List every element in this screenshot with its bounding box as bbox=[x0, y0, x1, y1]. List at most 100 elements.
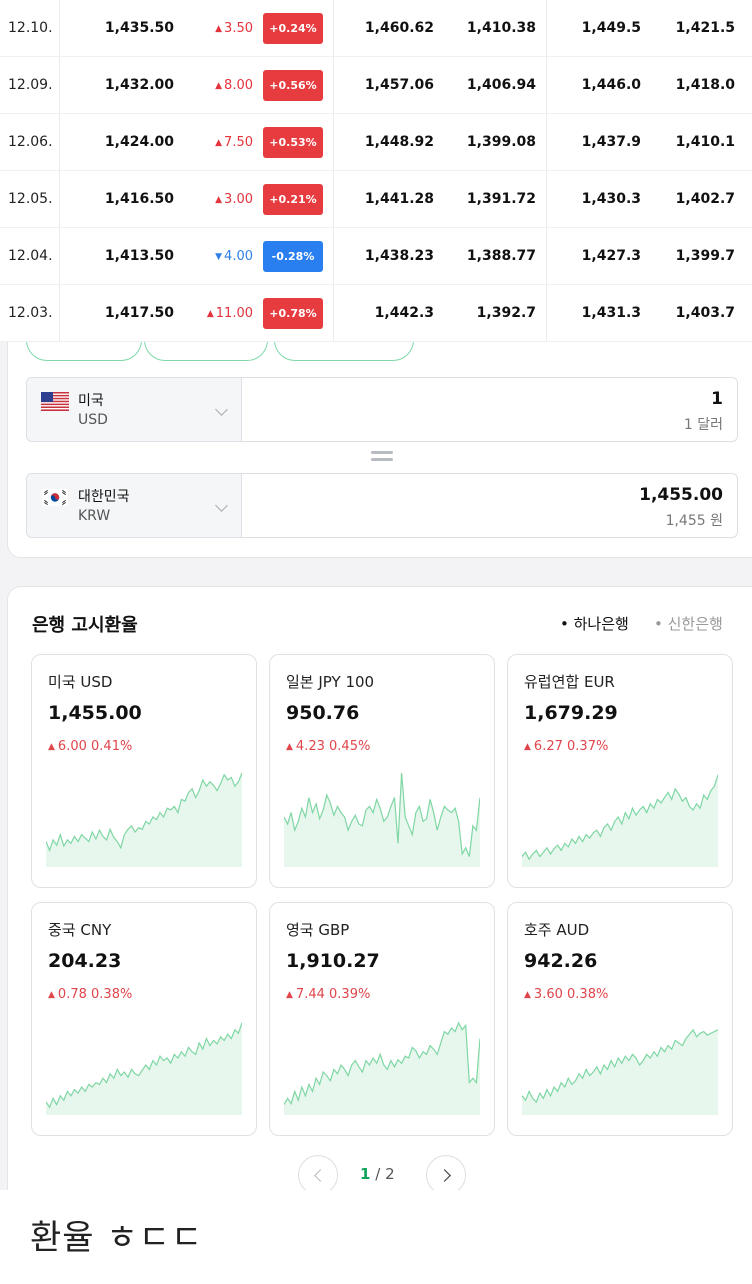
up-triangle-icon: ▲ bbox=[524, 990, 531, 1000]
up-triangle-icon: ▲ bbox=[286, 990, 293, 1000]
change-value: 11.00 bbox=[215, 306, 253, 321]
change-percent: 0.38% bbox=[91, 987, 133, 1002]
change-value: 7.44 bbox=[295, 987, 325, 1002]
change-percent: 0.38% bbox=[567, 987, 609, 1002]
date-cell: 12.05. bbox=[8, 191, 53, 207]
from-currency-code: USD bbox=[78, 412, 108, 428]
up-triangle-icon: ▲ bbox=[215, 81, 223, 91]
page-separator: / bbox=[375, 1165, 381, 1183]
currency-card[interactable]: 중국 CNY 204.23 ▲ 0.78 0.38% bbox=[31, 902, 257, 1136]
change-percent: 0.41% bbox=[91, 739, 133, 754]
currency-rate: 950.76 bbox=[286, 702, 360, 724]
currency-card[interactable]: 호주 AUD 942.26 ▲ 3.60 0.38% bbox=[507, 902, 733, 1136]
down-triangle-icon: ▼ bbox=[215, 252, 223, 262]
change-cell: ▲ 11.00 bbox=[207, 305, 253, 324]
search-query-area: 환율 ㅎㄷㄷ bbox=[0, 1190, 752, 1284]
to-currency-box: 대한민국 KRW 1,455.00 1,455 원 bbox=[26, 473, 738, 538]
change-value: 7.50 bbox=[224, 135, 253, 150]
currency-rate: 204.23 bbox=[48, 950, 122, 972]
currency-change: ▲ 6.00 0.41% bbox=[48, 739, 132, 754]
percent-badge: +0.56% bbox=[263, 70, 323, 101]
receive-cell: 1,402.7 bbox=[675, 191, 735, 207]
receive-cell: 1,410.1 bbox=[675, 134, 735, 150]
table-row: 12.05. 1,416.50 ▲ 3.00 +0.21% 1,441.28 1,… bbox=[0, 171, 752, 228]
currency-change: ▲ 6.27 0.37% bbox=[524, 739, 608, 754]
rate-cell: 1,432.00 bbox=[104, 77, 174, 93]
date-cell: 12.06. bbox=[8, 134, 53, 150]
currency-name: 호주 AUD bbox=[524, 921, 590, 939]
sell-cell: 1,392.7 bbox=[476, 305, 536, 321]
change-value: 6.00 bbox=[57, 739, 87, 754]
from-amount-input[interactable]: 1 bbox=[711, 389, 723, 409]
chevron-down-icon bbox=[215, 403, 228, 416]
next-page-button[interactable] bbox=[426, 1155, 466, 1195]
currency-card[interactable]: 미국 USD 1,455.00 ▲ 6.00 0.41% bbox=[31, 654, 257, 888]
table-row: 12.09. 1,432.00 ▲ 8.00 +0.56% 1,457.06 1,… bbox=[0, 57, 752, 114]
exchange-rate-page: 12.10. 1,435.50 ▲ 3.50 +0.24% 1,460.62 1,… bbox=[0, 0, 752, 1284]
sell-cell: 1,406.94 bbox=[466, 77, 536, 93]
up-triangle-icon: ▲ bbox=[215, 138, 223, 148]
date-cell: 12.04. bbox=[8, 248, 53, 264]
send-cell: 1,431.3 bbox=[581, 305, 641, 321]
us-flag-icon bbox=[41, 392, 69, 411]
currency-rate: 1,679.29 bbox=[524, 702, 618, 724]
up-triangle-icon: ▲ bbox=[215, 195, 223, 205]
up-triangle-icon: ▲ bbox=[48, 742, 55, 752]
sparkline-chart bbox=[522, 1028, 718, 1115]
change-cell: ▲ 8.00 bbox=[215, 77, 253, 96]
up-triangle-icon: ▲ bbox=[206, 309, 214, 319]
change-percent: 0.39% bbox=[329, 987, 371, 1002]
table-row: 12.06. 1,424.00 ▲ 7.50 +0.53% 1,448.92 1,… bbox=[0, 114, 752, 171]
change-cell: ▲ 7.50 bbox=[215, 134, 253, 153]
change-percent: 0.37% bbox=[567, 739, 609, 754]
percent-badge: +0.53% bbox=[263, 127, 323, 158]
search-query-text: 환율 ㅎㄷㄷ bbox=[30, 1218, 204, 1258]
percent-badge: +0.21% bbox=[263, 184, 323, 215]
currency-card[interactable]: 일본 JPY 100 950.76 ▲ 4.23 0.45% bbox=[269, 654, 495, 888]
currency-change: ▲ 3.60 0.38% bbox=[524, 987, 608, 1002]
to-amount-input[interactable]: 1,455.00 bbox=[639, 485, 723, 505]
up-triangle-icon: ▲ bbox=[286, 742, 293, 752]
change-value: 3.60 bbox=[533, 987, 563, 1002]
table-row: 12.03. 1,417.50 ▲ 11.00 +0.78% 1,442.3 1,… bbox=[0, 285, 752, 342]
send-cell: 1,449.5 bbox=[581, 20, 641, 36]
rate-cell: 1,417.50 bbox=[104, 305, 174, 321]
percent-badge: +0.24% bbox=[263, 13, 323, 44]
receive-cell: 1,421.5 bbox=[675, 20, 735, 36]
prev-page-button[interactable] bbox=[298, 1155, 338, 1195]
sparkline-chart bbox=[284, 1021, 480, 1115]
sparkline-chart bbox=[46, 1022, 242, 1115]
tab-shinhan-bank[interactable]: • 신한은행 bbox=[654, 613, 723, 634]
change-value: 0.78 bbox=[57, 987, 87, 1002]
tab-hana-bank[interactable]: • 하나은행 bbox=[560, 613, 629, 634]
currency-card[interactable]: 유럽연합 EUR 1,679.29 ▲ 6.27 0.37% bbox=[507, 654, 733, 888]
date-cell: 12.09. bbox=[8, 77, 53, 93]
from-currency-select[interactable]: 미국 USD bbox=[27, 378, 242, 441]
send-cell: 1,446.0 bbox=[581, 77, 641, 93]
buy-cell: 1,441.28 bbox=[364, 191, 434, 207]
currency-change: ▲ 4.23 0.45% bbox=[286, 739, 370, 754]
pagination: 1 / 2 bbox=[8, 1155, 752, 1195]
buy-cell: 1,460.62 bbox=[364, 20, 434, 36]
current-page: 1 bbox=[360, 1165, 371, 1183]
currency-name: 미국 USD bbox=[48, 673, 113, 691]
send-cell: 1,430.3 bbox=[581, 191, 641, 207]
send-cell: 1,427.3 bbox=[581, 248, 641, 264]
currency-name: 일본 JPY 100 bbox=[286, 673, 375, 691]
rate-cell: 1,413.50 bbox=[104, 248, 174, 264]
change-value: 6.27 bbox=[533, 739, 563, 754]
sell-cell: 1,399.08 bbox=[466, 134, 536, 150]
buy-cell: 1,448.92 bbox=[364, 134, 434, 150]
kr-flag-icon bbox=[41, 488, 69, 507]
currency-card[interactable]: 영국 GBP 1,910.27 ▲ 7.44 0.39% bbox=[269, 902, 495, 1136]
receive-cell: 1,418.0 bbox=[675, 77, 735, 93]
currency-rate: 1,455.00 bbox=[48, 702, 142, 724]
to-currency-select[interactable]: 대한민국 KRW bbox=[27, 474, 242, 537]
buy-cell: 1,438.23 bbox=[364, 248, 434, 264]
sparkline-area bbox=[46, 773, 242, 867]
change-value: 4.23 bbox=[295, 739, 325, 754]
chevron-right-icon bbox=[438, 1169, 451, 1182]
sparkline-chart bbox=[284, 772, 480, 867]
rate-cell: 1,416.50 bbox=[104, 191, 174, 207]
currency-change: ▲ 0.78 0.38% bbox=[48, 987, 132, 1002]
